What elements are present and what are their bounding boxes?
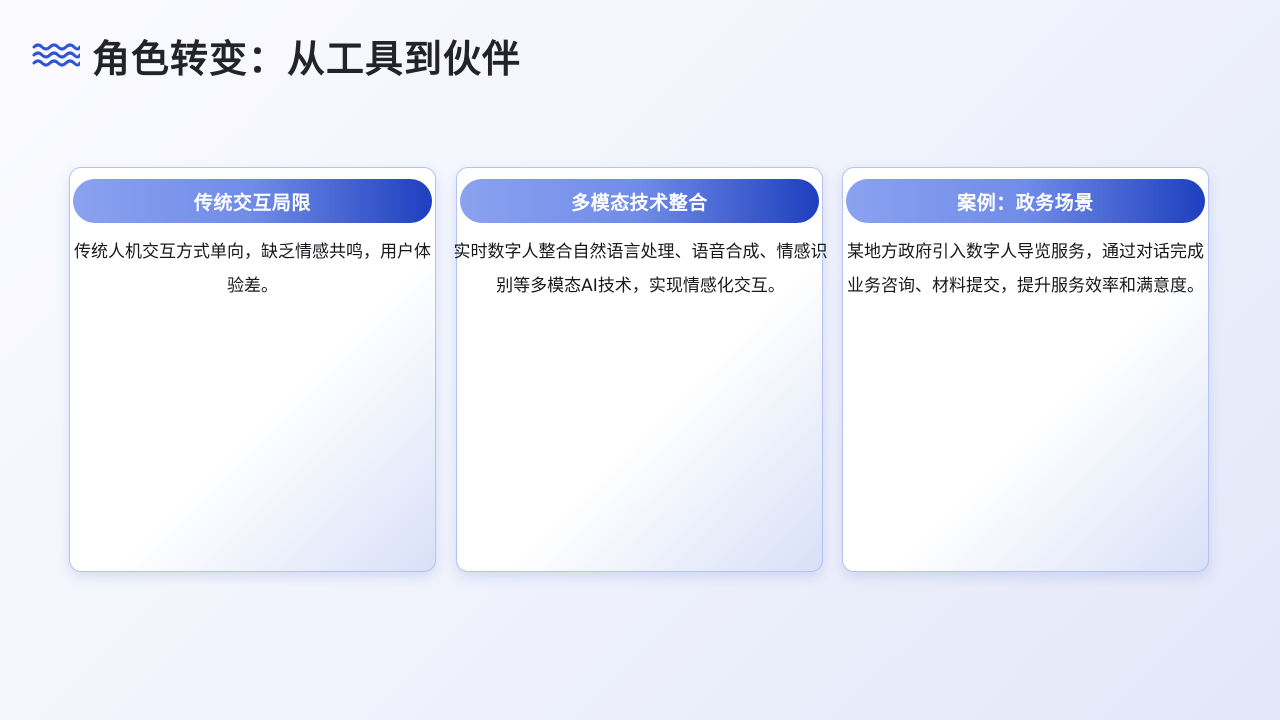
card-multimodal-integration: 多模态技术整合 实时数字人整合自然语言处理、语音合成、情感识别等多模态AI技术，… [454, 167, 828, 572]
card-title: 传统交互局限 [193, 191, 311, 214]
card-body: 传统人机交互方式单向，缺乏情感共鸣，用户体验差。 [74, 242, 431, 296]
card-body: 实时数字人整合自然语言处理、语音合成、情感识别等多模态AI技术，实现情感化交互。 [453, 242, 828, 296]
card-header: 案例：政务场景 [846, 179, 1205, 223]
card-body: 某地方政府引入数字人导览服务，通过对话完成业务咨询、材料提交，提升服务效率和满意… [847, 242, 1204, 296]
wave-icon [32, 43, 80, 67]
card-government-case: 案例：政务场景 某地方政府引入数字人导览服务，通过对话完成业务咨询、材料提交，提… [842, 167, 1209, 572]
card-title: 多模态技术整合 [571, 191, 708, 214]
card-header: 传统交互局限 [73, 179, 432, 223]
card-traditional-limits: 传统交互局限 传统人机交互方式单向，缺乏情感共鸣，用户体验差。 [69, 167, 436, 572]
page-header: 角色转变：从工具到伙伴 [32, 30, 522, 81]
page-title: 角色转变：从工具到伙伴 [92, 36, 522, 81]
card-header: 多模态技术整合 [460, 179, 819, 223]
card-title: 案例：政务场景 [957, 191, 1094, 214]
